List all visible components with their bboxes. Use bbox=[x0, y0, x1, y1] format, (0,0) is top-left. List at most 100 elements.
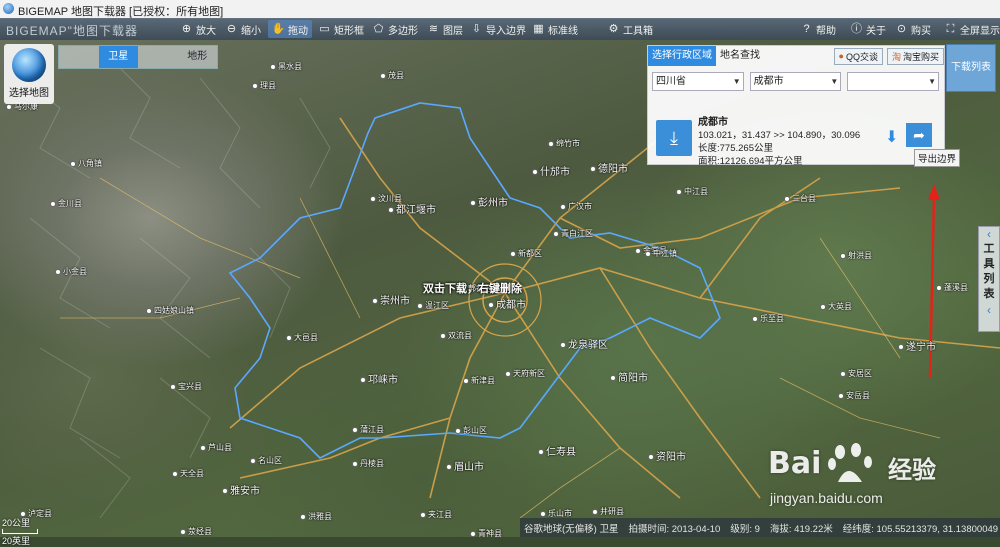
capture-date: 拍摄时间: 2013-04-10 bbox=[628, 523, 721, 535]
zoom-in-label: 放大 bbox=[196, 25, 216, 37]
ruler-button[interactable]: ▦ 标准线 bbox=[532, 20, 578, 38]
chevron-left-icon[interactable]: ‹ bbox=[979, 227, 999, 241]
place-label: 什邡市 bbox=[532, 163, 570, 178]
scale-mi: 20英里 bbox=[2, 536, 31, 546]
scale-km: 20公里 bbox=[2, 518, 31, 528]
place-label: 广汉市 bbox=[560, 201, 592, 212]
polygon-button[interactable]: ⬠ 多边形 bbox=[372, 20, 418, 38]
scale-line bbox=[2, 529, 38, 534]
zoom-in-button[interactable]: ⊕ 放大 bbox=[180, 20, 216, 38]
province-select[interactable]: 四川省 ▼ bbox=[652, 72, 744, 91]
tab-select-region[interactable]: 选择行政区域 bbox=[648, 46, 716, 66]
fullscreen-button[interactable]: ⛶ 全屏显示 bbox=[944, 20, 1000, 38]
help-button[interactable]: ? 帮助 bbox=[800, 20, 836, 38]
pan-button[interactable]: ✋ 拖动 bbox=[268, 20, 312, 38]
download-region-icon[interactable]: ⤓ bbox=[656, 120, 692, 156]
zoom-in-icon: ⊕ bbox=[181, 22, 192, 35]
place-label: 金川县 bbox=[50, 198, 82, 209]
watermark-brand: Bai bbox=[768, 446, 822, 481]
place-label: 彭山区 bbox=[455, 425, 487, 436]
download-icon[interactable]: ⬇ bbox=[885, 127, 898, 147]
toolbox-button[interactable]: ⚙ 工具箱 bbox=[607, 20, 653, 38]
place-label: 新津县 bbox=[463, 375, 495, 386]
place-label: 德阳市 bbox=[590, 160, 628, 175]
region-info: ⤓ 成都市 103.021，31.437 >> 104.890，30.096 长… bbox=[653, 117, 938, 167]
place-label: 宝兴县 bbox=[170, 381, 202, 392]
export-boundary-tooltip: 导出边界 bbox=[914, 149, 961, 167]
place-label: 射洪县 bbox=[840, 250, 872, 261]
pan-label: 拖动 bbox=[288, 25, 308, 37]
polygon-label: 多边形 bbox=[388, 25, 418, 37]
tools-list-char: 工 bbox=[983, 243, 995, 255]
chevron-left-icon[interactable]: ‹ bbox=[979, 303, 999, 317]
map-type-tab-satellite[interactable]: 卫星 bbox=[98, 46, 138, 68]
region-name: 成都市 bbox=[698, 117, 728, 128]
place-label: 大英县 bbox=[820, 301, 852, 312]
map-type-tab-terrain[interactable]: 地形 bbox=[178, 46, 218, 68]
share-arrow-icon: ➦ bbox=[913, 126, 925, 143]
tab-place-search[interactable]: 地名查找 bbox=[716, 46, 764, 66]
place-label: 温江区 bbox=[417, 300, 449, 311]
place-label: 大邑县 bbox=[286, 332, 318, 343]
place-label: 雅安市 bbox=[222, 482, 260, 497]
province-value: 四川省 bbox=[656, 76, 686, 87]
select-map-button[interactable]: 选择地图 bbox=[4, 44, 54, 104]
place-label: 遂宁市 bbox=[898, 338, 936, 353]
place-label: 龙泉驿区 bbox=[560, 336, 608, 351]
ruler-label: 标准线 bbox=[548, 25, 578, 37]
download-list-button[interactable]: 下载列表 bbox=[946, 44, 996, 92]
hand-icon: ✋ bbox=[271, 22, 286, 35]
place-label: 崇州市 bbox=[372, 292, 410, 307]
layers-label: 图层 bbox=[443, 25, 463, 37]
place-label: 洪雅县 bbox=[300, 511, 332, 522]
place-label: 三台县 bbox=[784, 193, 816, 204]
place-label: 丹棱县 bbox=[352, 458, 384, 469]
status-bar: 谷歌地球(无偏移) 卫星 拍摄时间: 2013-04-10 级别: 9 海拔: … bbox=[520, 518, 1000, 537]
layers-button[interactable]: ≋ 图层 bbox=[427, 20, 463, 38]
buy-button[interactable]: ⊙ 购买 bbox=[895, 20, 931, 38]
place-label: 芦山县 bbox=[200, 442, 232, 453]
tools-list-char: 具 bbox=[983, 258, 995, 270]
place-label: 青白江区 bbox=[553, 228, 593, 239]
district-select[interactable]: ▼ bbox=[847, 72, 940, 91]
rectangle-icon: ▭ bbox=[319, 22, 330, 35]
map-type-switch: 卫星 地形 bbox=[58, 45, 218, 69]
coordinates: 经纬度: 105.55213379, 31.13800049 bbox=[842, 523, 999, 535]
place-label: 双流县 bbox=[440, 330, 472, 341]
place-label: 天全县 bbox=[172, 468, 204, 479]
title-bar: BIGEMAP 地图下载器 [已授权：所有地图] bbox=[0, 0, 1000, 19]
place-label: 夹江县 bbox=[420, 509, 452, 520]
baidu-watermark: Bai 经验 jingyan.baidu.com bbox=[768, 442, 968, 514]
export-boundary-button[interactable]: ➦ bbox=[906, 123, 932, 147]
rectangle-button[interactable]: ▭ 矩形框 bbox=[318, 20, 364, 38]
map-source: 谷歌地球(无偏移) 卫星 bbox=[524, 523, 619, 535]
import-boundary-label: 导入边界 bbox=[486, 25, 526, 37]
tools-list-panel[interactable]: ‹ 工 具 列 表 ‹ bbox=[978, 226, 1000, 332]
place-label: 新都区 bbox=[510, 248, 542, 259]
zoom-out-button[interactable]: ⊖ 缩小 bbox=[225, 20, 261, 38]
place-label: 理县 bbox=[252, 80, 276, 91]
taobao-buy-button[interactable]: 淘淘宝购买 bbox=[886, 47, 944, 65]
toolbar: BIGEMAP"地图下载器 ⊕ 放大 ⊖ 缩小 ✋ 拖动 ▭ 矩形框 ⬠ 多边形 ≋ 图层 … bbox=[0, 18, 1000, 40]
import-boundary-button[interactable]: ⇩ 导入边界 bbox=[470, 20, 526, 38]
map-type-tab[interactable] bbox=[138, 46, 178, 68]
import-icon: ⇩ bbox=[471, 22, 482, 35]
download-hint: 双击下载，右键删除 bbox=[423, 283, 522, 295]
qq-icon: ● bbox=[838, 51, 844, 61]
place-label: 乐至县 bbox=[752, 313, 784, 324]
fullscreen-icon: ⛶ bbox=[946, 22, 955, 35]
place-label: 天府新区 bbox=[505, 368, 545, 379]
place-label: 资阳市 bbox=[648, 448, 686, 463]
city-value: 成都市 bbox=[753, 76, 784, 87]
paw-icon bbox=[828, 443, 872, 482]
about-button[interactable]: ⓘ 关于 bbox=[850, 20, 886, 38]
place-label: 井研县 bbox=[592, 506, 624, 517]
city-select[interactable]: 成都市 ▼ bbox=[749, 72, 842, 91]
place-label: 荥经县 bbox=[180, 526, 212, 537]
map-type-tab[interactable] bbox=[59, 46, 99, 68]
place-label: 黑水县 bbox=[270, 61, 302, 72]
help-icon: ? bbox=[803, 22, 810, 35]
window-title: BIGEMAP 地图下载器 [已授权：所有地图] bbox=[18, 6, 224, 18]
place-label: 蓬溪县 bbox=[936, 282, 968, 293]
qq-chat-button[interactable]: ● QQ交谈 bbox=[833, 47, 883, 65]
